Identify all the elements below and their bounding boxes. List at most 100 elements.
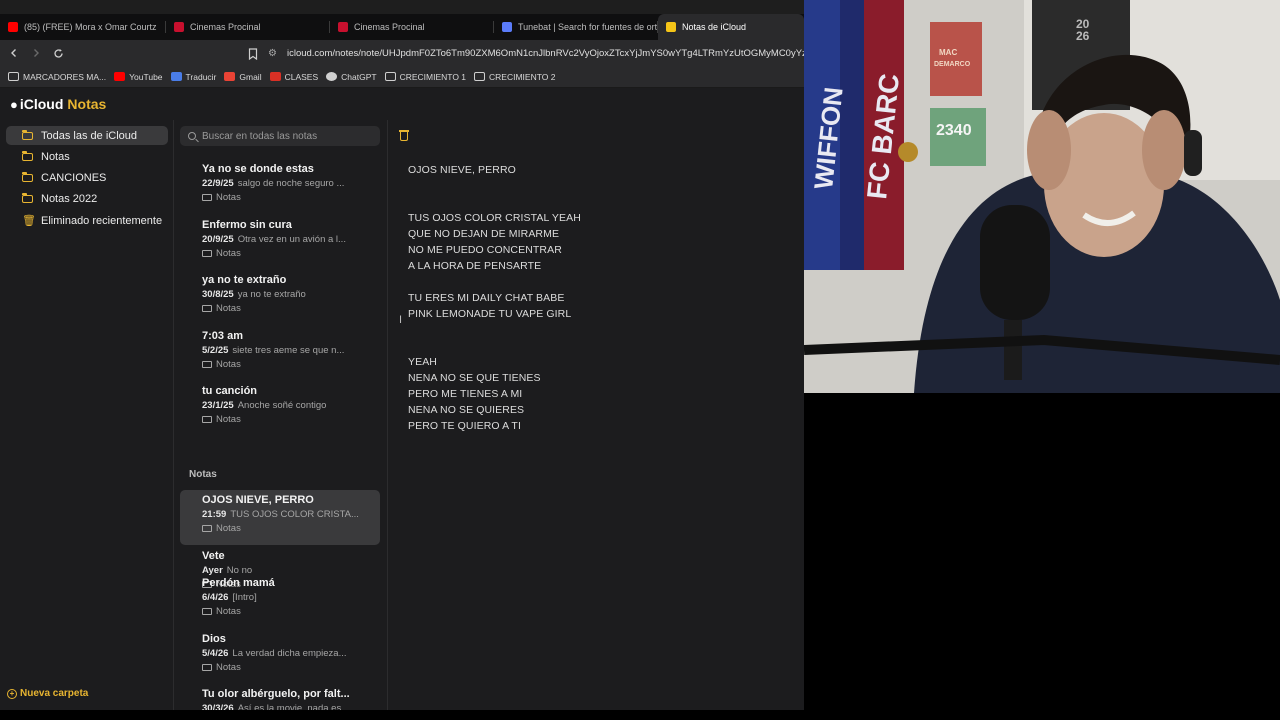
bookmark-8[interactable]: CRECIMIENTO 2	[474, 72, 555, 82]
bookmark-7[interactable]: CRECIMIENTO 1	[384, 72, 466, 82]
folder-label: Todas las de iCloud	[41, 129, 138, 142]
note-list-item[interactable]: Tu olor albérguelo, por falt... 30/3/26 As…	[180, 684, 380, 710]
bookmark-label: YouTube	[129, 71, 163, 82]
tab-1[interactable]: (85) (FREE) Mora x Omar Courtz	[0, 14, 166, 40]
search-input[interactable]: Buscar en todas las notas	[180, 126, 380, 146]
note-preview: siete tres aeme se que n...	[232, 344, 345, 356]
folder-item[interactable]: Notas	[6, 147, 168, 166]
note-folder: Notas	[202, 303, 380, 314]
folder-item[interactable]: Todas las de iCloud	[6, 126, 168, 145]
note-title: Enfermo sin cura	[202, 218, 292, 231]
note-list-item[interactable]: Enfermo sin cura 20/9/25 Otra vez en un av…	[180, 215, 380, 270]
folder-label: Notas	[41, 150, 70, 163]
bookmark-2[interactable]: YouTube	[114, 71, 163, 82]
folder-item[interactable]: Notas 2022	[6, 190, 168, 209]
new-folder-button[interactable]: + Nueva carpeta	[7, 688, 88, 699]
note-list-item[interactable]: Perdón mamá 6/4/26 [Intro] Notas	[180, 573, 380, 628]
note-preview: ya no te extraño	[237, 289, 306, 300]
notes-list: Buscar en todas las notas Notas Ya no se…	[174, 120, 388, 710]
tab-strip: (85) (FREE) Mora x Omar Courtz Cinemas Pr…	[0, 14, 804, 40]
tab-4[interactable]: Tunebat | Search for fuentes de ortiz	[494, 14, 658, 40]
folder-icon	[22, 150, 33, 161]
bookmark-star-icon[interactable]	[248, 47, 258, 61]
folder-icon	[202, 608, 212, 615]
bookmark-1[interactable]: MARCADORES MA...	[8, 72, 106, 82]
note-date: 22/9/25	[202, 178, 234, 189]
folder-icon	[202, 663, 212, 671]
back-button[interactable]	[4, 43, 24, 63]
tab-label: Notas de iCloud	[682, 22, 747, 32]
note-date: 5/4/26	[202, 647, 229, 659]
note-text-line: OJOS NIEVE, PERRO	[408, 164, 516, 176]
tab-5[interactable]: Notas de iCloud	[658, 14, 804, 40]
note-text-line: PINK LEMONADE TU VAPE GIRL	[408, 308, 572, 320]
procinal-icon	[174, 22, 184, 32]
address-bar[interactable]: ⚙ icloud.com/notes/note/UHJpdmF0ZTo6Tm90…	[268, 43, 804, 63]
note-text-line: A LA HORA DE PENSARTE	[408, 260, 542, 272]
note-preview: TUS OJOS COLOR CRISTA...	[230, 509, 359, 520]
note-list-item[interactable]: Ya no se donde estas 22/9/25 salgo de noch…	[180, 159, 380, 214]
youtube-icon	[8, 22, 18, 32]
browser-toolbar: ⚙ icloud.com/notes/note/UHJpdmF0ZTo6Tm90…	[0, 40, 804, 66]
trash-icon: 🗑	[22, 215, 36, 228]
note-folder-label: Notas	[216, 303, 241, 314]
note-list-item[interactable]: OJOS NIEVE, PERRO 21:59 TUS OJOS COLOR CRI…	[180, 490, 380, 545]
note-preview: La verdad dicha empieza...	[232, 647, 347, 659]
note-folder-label: Notas	[216, 414, 241, 425]
icloud-notes-app: ● iCloud Notas Todas las de iCloud Notas C…	[0, 88, 804, 710]
note-meta: 5/4/26 La verdad dicha empieza...	[202, 648, 380, 661]
folders-sidebar: Todas las de iCloud Notas CANCIONES Notas 2…	[0, 120, 174, 710]
note-folder-label: Notas	[216, 523, 241, 534]
forward-button[interactable]	[26, 43, 46, 63]
folder-icon	[202, 360, 212, 368]
bookmark-3[interactable]: Traducir	[170, 72, 216, 82]
headphones	[1184, 130, 1202, 176]
svg-text:DEMARCO: DEMARCO	[934, 61, 971, 68]
bookmarks-bar: MARCADORES MA... YouTube Traducir Gmail CLAS…	[0, 66, 804, 88]
note-meta: 30/8/25 ya no te extraño	[202, 289, 380, 302]
reload-button[interactable]	[48, 43, 68, 63]
note-folder: Notas	[202, 523, 380, 534]
folder-icon	[202, 525, 212, 532]
folder-icon	[22, 193, 33, 204]
note-title: tu canción	[202, 385, 258, 397]
note-list-item[interactable]: 7:03 am 5/2/25 siete tres aeme se que n...…	[180, 326, 380, 381]
bookmark-5[interactable]: CLASES	[269, 72, 318, 82]
note-list-item[interactable]: Dios 5/4/26 La verdad dicha empieza... Nota…	[180, 629, 380, 684]
note-text-line: NENA NO SE QUE TIENES	[408, 372, 541, 384]
note-text-line: TU ERES MI DAILY CHAT BABE	[408, 292, 565, 304]
webcam-image: 20 26 MAC DEMARCO 2340 WIFFON FC BARC	[804, 0, 1280, 393]
note-editor[interactable]: I OJOS NIEVE, PERRO TUS OJOS COLOR CRISTA…	[388, 120, 804, 710]
note-meta: 21:59 TUS OJOS COLOR CRISTA...	[202, 509, 380, 522]
note-meta: 22/9/25 salgo de noche seguro ...	[202, 178, 380, 191]
bookmark-4[interactable]: Gmail	[224, 71, 262, 82]
note-meta: 30/3/26 Así es la movie, nada es...	[202, 703, 380, 710]
tab-2[interactable]: Cinemas Procinal	[166, 14, 330, 40]
bookmark-label: MARCADORES MA...	[23, 71, 107, 82]
site-settings-icon[interactable]: ⚙	[268, 48, 277, 59]
note-meta: 6/4/26 [Intro]	[202, 592, 380, 605]
note-title: Perdón mamá	[202, 577, 275, 589]
note-text-line: YEAH	[408, 356, 437, 368]
note-title: Tu olor albérguelo, por falt...	[202, 688, 350, 700]
folder-item[interactable]: 🗑 Eliminado recientemente	[6, 211, 168, 230]
bookmark-6[interactable]: ChatGPT	[326, 72, 377, 82]
delete-note-button[interactable]	[398, 129, 410, 141]
folder-item[interactable]: CANCIONES	[6, 169, 168, 188]
bookmark-label: Gmail	[239, 71, 262, 82]
app-header: ● iCloud Notas	[0, 88, 804, 120]
note-list-item[interactable]: tu canción 23/1/25 Anoche soñé contigo Nota…	[180, 381, 380, 436]
mac-demarco-poster	[930, 22, 982, 96]
tab-3[interactable]: Cinemas Procinal	[330, 14, 494, 40]
note-folder: Notas	[202, 192, 380, 203]
search-placeholder: Buscar en todas las notas	[202, 130, 318, 142]
url-text: icloud.com/notes/note/UHJpdmF0ZTo6Tm90ZX…	[286, 47, 804, 59]
note-meta: 20/9/25 Otra vez en un avión a l...	[202, 234, 380, 247]
section-header: Notas	[189, 469, 217, 480]
note-text-line: TUS OJOS COLOR CRISTAL YEAH	[408, 212, 581, 224]
text-cursor-icon: I	[399, 314, 403, 326]
note-list-item[interactable]: ya no te extraño 30/8/25 ya no te extraño N…	[180, 270, 380, 325]
note-title: Vete	[202, 549, 225, 562]
note-preview: [Intro]	[232, 592, 257, 603]
folder-icon	[22, 172, 33, 183]
